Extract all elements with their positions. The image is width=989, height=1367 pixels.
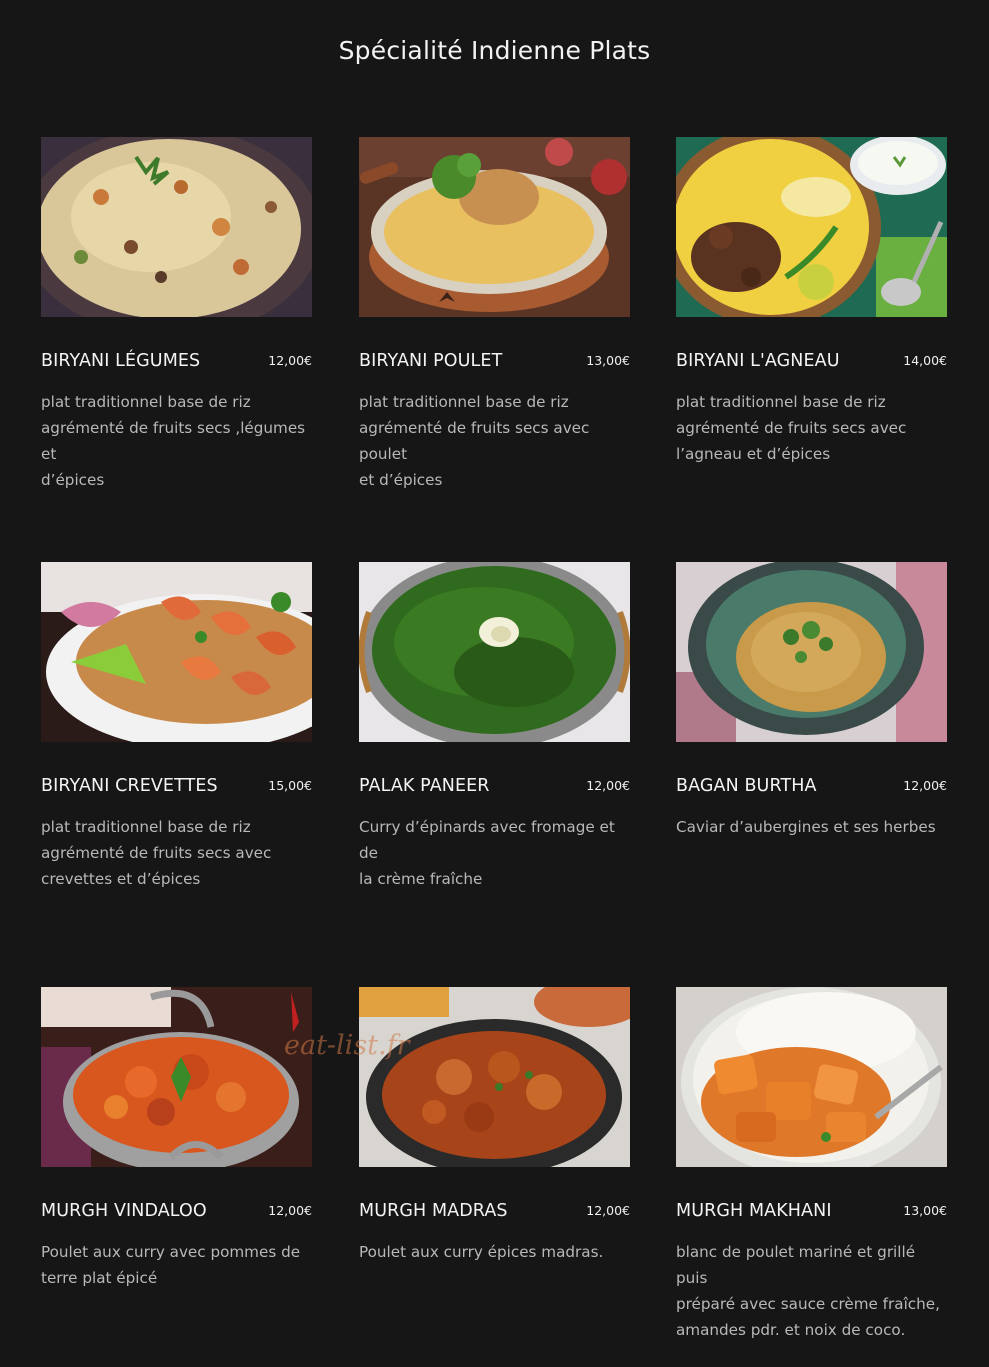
dish-name: MURGH VINDALOO (41, 1201, 207, 1221)
dish-name: MURGH MADRAS (359, 1201, 508, 1221)
menu-card: BIRYANI LÉGUMES 12,00€ plat traditionnel… (41, 137, 312, 493)
dish-price: 13,00€ (903, 1203, 947, 1218)
dish-name: BIRYANI CREVETTES (41, 776, 218, 796)
page-title: Spécialité Indienne Plats (338, 36, 651, 65)
chicken-biryani-photo[interactable] (359, 137, 630, 317)
dish-description: plat traditionnel base de riz agrémenté … (676, 393, 907, 463)
dish-description: Poulet aux curry épices madras. (359, 1243, 604, 1261)
menu-card: MURGH MADRAS 12,00€ Poulet aux curry épi… (359, 987, 630, 1265)
dish-name: PALAK PANEER (359, 776, 490, 796)
dish-price: 13,00€ (586, 353, 630, 368)
dish-description: blanc de poulet mariné et grillé puis pr… (676, 1243, 940, 1339)
dish-name: BIRYANI POULET (359, 351, 503, 371)
chicken-vindaloo-photo[interactable] (41, 987, 312, 1167)
menu-card: BIRYANI CREVETTES 15,00€ plat traditionn… (41, 562, 312, 892)
shrimp-biryani-photo[interactable] (41, 562, 312, 742)
dish-name: MURGH MAKHANI (676, 1201, 832, 1221)
dish-description: Poulet aux curry avec pommes de terre pl… (41, 1243, 301, 1287)
chicken-madras-photo[interactable] (359, 987, 630, 1167)
dish-price: 12,00€ (903, 778, 947, 793)
menu-card: BIRYANI POULET 13,00€ plat traditionnel … (359, 137, 630, 493)
dish-price: 12,00€ (586, 778, 630, 793)
palak-paneer-photo[interactable] (359, 562, 630, 742)
vegetable-biryani-photo[interactable] (41, 137, 312, 317)
dish-description: Curry d’épinards avec fromage et de la c… (359, 818, 615, 888)
butter-chicken-photo[interactable] (676, 987, 947, 1167)
dish-price: 12,00€ (268, 1203, 312, 1218)
dish-description: plat traditionnel base de riz agrémenté … (359, 393, 590, 489)
menu-card: BAGAN BURTHA 12,00€ Caviar d’aubergines … (676, 562, 947, 840)
dish-price: 12,00€ (586, 1203, 630, 1218)
dish-description: Caviar d’aubergines et ses herbes (676, 818, 936, 836)
menu-card: PALAK PANEER 12,00€ Curry d’épinards ave… (359, 562, 630, 892)
menu-card: MURGH MAKHANI 13,00€ blanc de poulet mar… (676, 987, 947, 1343)
dish-name: BIRYANI L'AGNEAU (676, 351, 840, 371)
dish-price: 15,00€ (268, 778, 312, 793)
dish-description: plat traditionnel base de riz agrémenté … (41, 393, 306, 489)
dish-name: BAGAN BURTHA (676, 776, 817, 796)
dish-name: BIRYANI LÉGUMES (41, 351, 201, 371)
dish-description: plat traditionnel base de riz agrémenté … (41, 818, 272, 888)
menu-card: BIRYANI L'AGNEAU 14,00€ plat traditionne… (676, 137, 947, 467)
lamb-biryani-photo[interactable] (676, 137, 947, 317)
menu-card: MURGH VINDALOO 12,00€ Poulet aux curry a… (41, 987, 312, 1291)
baingan-bharta-photo[interactable] (676, 562, 947, 742)
dish-price: 12,00€ (268, 353, 312, 368)
dish-price: 14,00€ (903, 353, 947, 368)
